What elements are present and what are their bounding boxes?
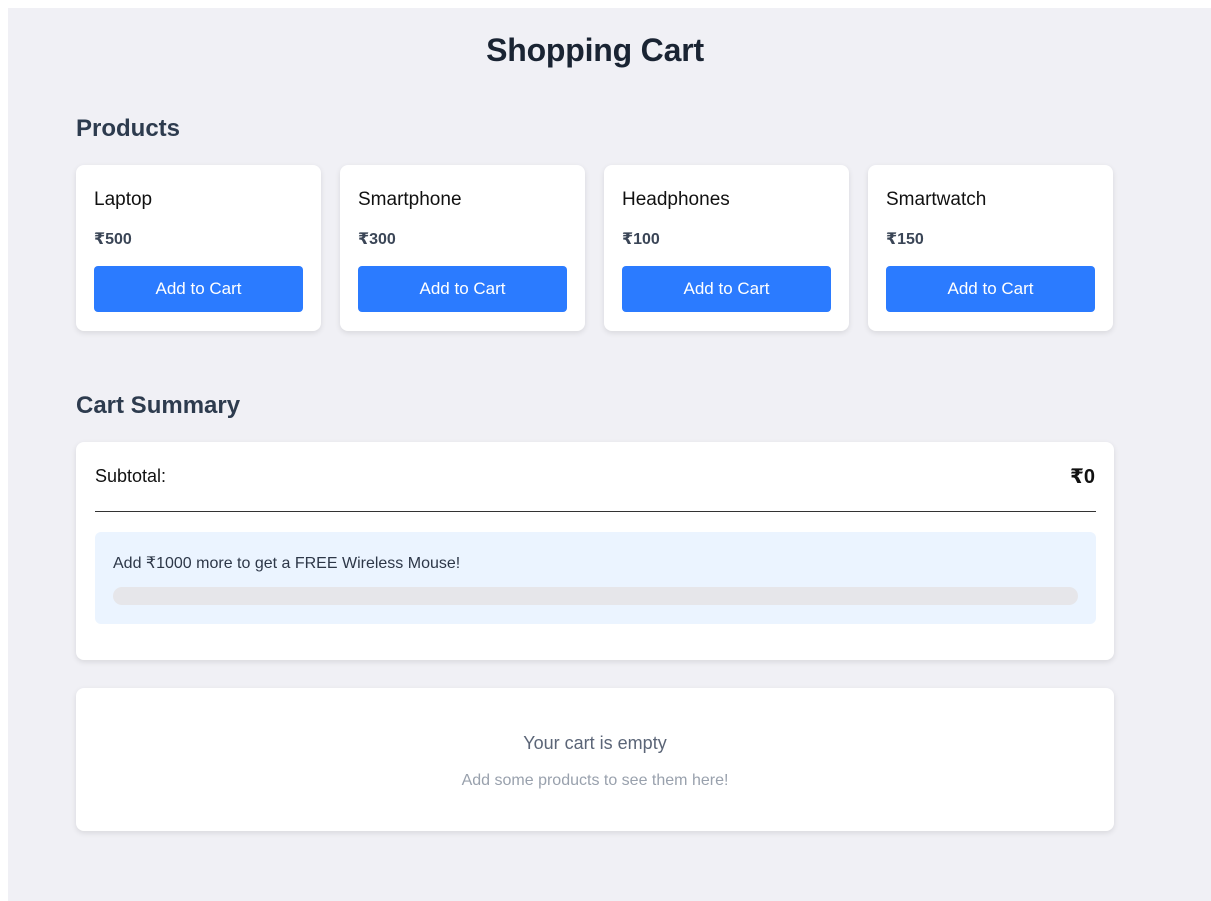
product-name: Headphones: [622, 189, 730, 210]
product-price: ₹300: [358, 231, 396, 248]
add-to-cart-button-smartwatch[interactable]: Add to Cart: [886, 266, 1095, 312]
product-name: Laptop: [94, 189, 153, 210]
free-gift-promo: Add ₹1000 more to get a FREE Wireless Mo…: [95, 532, 1096, 624]
add-to-cart-button-smartphone[interactable]: Add to Cart: [358, 266, 567, 312]
free-gift-progress-bar: [113, 587, 1078, 605]
product-card-headphones: Headphones ₹100 Add to Cart: [604, 165, 849, 331]
page-title: Shopping Cart: [486, 32, 704, 68]
product-name: Smartphone: [358, 189, 462, 210]
cart-summary-card: Subtotal: ₹0 Add ₹1000 more to get a FRE…: [76, 442, 1114, 660]
product-price: ₹150: [886, 231, 924, 248]
product-price: ₹500: [94, 231, 132, 248]
empty-cart-title: Your cart is empty: [523, 733, 667, 753]
summary-divider: [95, 511, 1096, 512]
product-card-smartwatch: Smartwatch ₹150 Add to Cart: [868, 165, 1113, 331]
cart-summary-heading: Cart Summary: [76, 392, 241, 419]
app-page: Shopping Cart Products Laptop ₹500 Add t…: [8, 8, 1211, 901]
product-card-smartphone: Smartphone ₹300 Add to Cart: [340, 165, 585, 331]
add-to-cart-button-laptop[interactable]: Add to Cart: [94, 266, 303, 312]
products-heading: Products: [76, 115, 181, 142]
product-grid: Laptop ₹500 Add to Cart Smartphone ₹300 …: [76, 165, 1114, 331]
promo-message: Add ₹1000 more to get a FREE Wireless Mo…: [113, 555, 461, 572]
subtotal-value: ₹0: [1069, 466, 1095, 488]
product-card-laptop: Laptop ₹500 Add to Cart: [76, 165, 321, 331]
empty-cart-subtitle: Add some products to see them here!: [461, 772, 729, 789]
product-price: ₹100: [622, 231, 660, 248]
add-to-cart-button-headphones[interactable]: Add to Cart: [622, 266, 831, 312]
empty-cart-panel: Your cart is empty Add some products to …: [76, 688, 1114, 831]
product-name: Smartwatch: [886, 189, 987, 210]
subtotal-label: Subtotal:: [95, 466, 167, 486]
